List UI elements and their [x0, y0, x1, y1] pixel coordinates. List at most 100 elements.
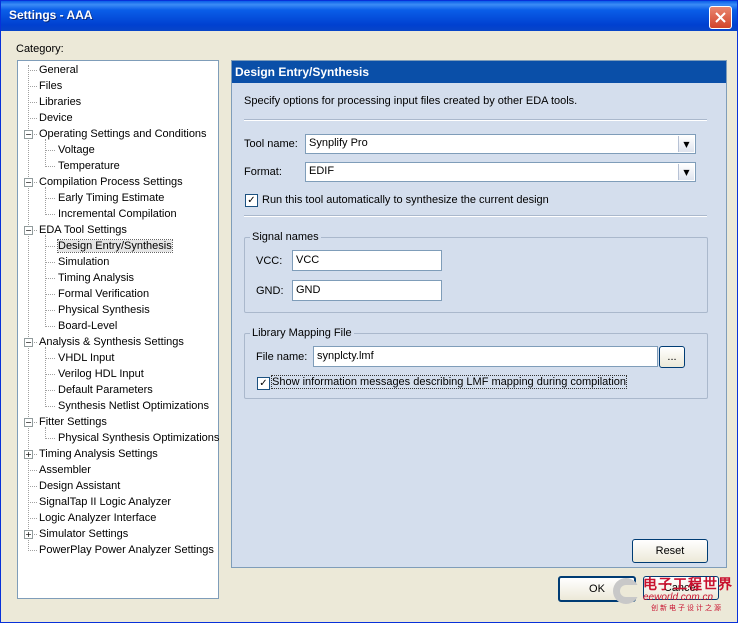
- run-automatically-checkbox[interactable]: ✓: [245, 194, 258, 207]
- tree-item[interactable]: Design Assistant: [39, 479, 120, 493]
- tree-connector: [45, 198, 55, 199]
- tree-item[interactable]: General: [39, 63, 78, 77]
- tree-item-label: Simulation: [58, 256, 110, 268]
- tree-item[interactable]: Fitter Settings: [39, 415, 107, 429]
- tree-item[interactable]: Timing Analysis: [58, 271, 134, 285]
- format-value: EDIF: [309, 165, 335, 177]
- tree-item[interactable]: SignalTap II Logic Analyzer: [39, 495, 171, 509]
- run-automatically-label[interactable]: Run this tool automatically to synthesiz…: [262, 194, 549, 206]
- vcc-label: VCC:: [256, 255, 283, 267]
- tree-item[interactable]: Board-Level: [58, 319, 117, 333]
- close-button[interactable]: [709, 6, 732, 29]
- tree-connector: [45, 390, 55, 391]
- show-info-checkbox[interactable]: ✓: [257, 377, 270, 390]
- tree-item-label: Physical Synthesis: [58, 304, 150, 316]
- signal-names-group: [244, 237, 708, 313]
- eeworld-watermark: 电子工程世界 eeworld.com.cn 创新电子设计之源: [611, 574, 732, 612]
- vcc-value: VCC: [296, 254, 320, 266]
- tree-item[interactable]: Device: [39, 111, 73, 125]
- tree-collapse-icon[interactable]: −: [24, 178, 33, 187]
- tree-item[interactable]: Operating Settings and Conditions: [39, 127, 207, 141]
- settings-panel: Design Entry/Synthesis Specify options f…: [231, 60, 727, 568]
- tree-item-label: Formal Verification: [58, 288, 150, 300]
- tree-item[interactable]: EDA Tool Settings: [39, 223, 127, 237]
- tree-expand-icon[interactable]: +: [24, 450, 33, 459]
- tree-connector: [45, 294, 55, 295]
- tree-item[interactable]: Files: [39, 79, 62, 93]
- format-label: Format:: [244, 166, 282, 178]
- panel-title: Design Entry/Synthesis: [235, 65, 370, 79]
- tree-item[interactable]: Libraries: [39, 95, 81, 109]
- tree-connector: [45, 438, 55, 439]
- tree-item-label: Timing Analysis: [58, 272, 135, 284]
- tree-item[interactable]: Design Entry/Synthesis: [57, 239, 173, 253]
- tree-item[interactable]: Logic Analyzer Interface: [39, 511, 156, 525]
- tree-item[interactable]: Early Timing Estimate: [58, 191, 164, 205]
- tree-item-label: Compilation Process Settings: [39, 176, 183, 188]
- tree-item[interactable]: Voltage: [58, 143, 95, 157]
- tool-name-label: Tool name:: [244, 138, 298, 150]
- tree-item[interactable]: Default Parameters: [58, 383, 153, 397]
- tree-item[interactable]: Timing Analysis Settings: [39, 447, 158, 461]
- tree-collapse-icon[interactable]: −: [24, 418, 33, 427]
- tree-item[interactable]: Formal Verification: [58, 287, 149, 301]
- tree-item-label: PowerPlay Power Analyzer Settings: [39, 544, 214, 556]
- tree-item-label: VHDL Input: [58, 352, 115, 364]
- tree-connector: [45, 326, 55, 327]
- tree-connector: [45, 374, 55, 375]
- tree-item-label: Libraries: [39, 96, 82, 108]
- separator: [244, 119, 707, 121]
- tree-item[interactable]: Temperature: [58, 159, 120, 173]
- reset-button[interactable]: Reset: [632, 539, 708, 563]
- settings-dialog: Settings - AAA Category: General Files Lib…: [0, 0, 738, 623]
- tree-item[interactable]: Analysis & Synthesis Settings: [39, 335, 184, 349]
- vcc-input[interactable]: VCC: [292, 250, 442, 271]
- show-info-label[interactable]: Show information messages describing LMF…: [270, 375, 628, 389]
- tree-collapse-icon[interactable]: −: [24, 226, 33, 235]
- format-select[interactable]: EDIF ▼: [305, 162, 696, 182]
- category-tree[interactable]: General Files Libraries Device − Operating Se…: [17, 60, 219, 599]
- tree-item-label: Logic Analyzer Interface: [39, 512, 157, 524]
- browse-button[interactable]: ...: [659, 346, 685, 368]
- tree-item-label: Early Timing Estimate: [58, 192, 165, 204]
- tree-connector: [45, 166, 55, 167]
- tree-collapse-icon[interactable]: −: [24, 130, 33, 139]
- signal-names-title: Signal names: [250, 231, 321, 243]
- tree-connector: [45, 150, 55, 151]
- tree-collapse-icon[interactable]: −: [24, 338, 33, 347]
- panel-description: Specify options for processing input fil…: [244, 95, 578, 107]
- file-name-input[interactable]: synplcty.lmf: [313, 346, 658, 367]
- tree-item[interactable]: Incremental Compilation: [58, 207, 177, 221]
- tree-connector: [45, 347, 46, 405]
- tree-item-label: Analysis & Synthesis Settings: [39, 336, 184, 348]
- tree-item-label: Fitter Settings: [39, 416, 107, 428]
- tree-item[interactable]: Physical Synthesis: [58, 303, 150, 317]
- tree-item[interactable]: Verilog HDL Input: [58, 367, 144, 381]
- tree-connector: [45, 406, 55, 407]
- chevron-down-icon[interactable]: ▼: [678, 164, 694, 180]
- tree-item[interactable]: Synthesis Netlist Optimizations: [58, 399, 209, 413]
- title-bar[interactable]: Settings - AAA: [1, 1, 737, 31]
- file-name-label: File name:: [256, 351, 308, 363]
- tree-connector: [28, 470, 37, 471]
- tree-item[interactable]: Compilation Process Settings: [39, 175, 183, 189]
- tree-expand-icon[interactable]: +: [24, 530, 33, 539]
- tree-item-label: Device: [39, 112, 73, 124]
- tree-connector: [45, 358, 55, 359]
- tree-item-label: Operating Settings and Conditions: [39, 128, 207, 140]
- tree-connector: [28, 550, 37, 551]
- tree-item-label: EDA Tool Settings: [39, 224, 127, 236]
- tree-item-label: Temperature: [58, 160, 120, 172]
- tree-item[interactable]: VHDL Input: [58, 351, 114, 365]
- watermark-slogan: 创新电子设计之源: [651, 604, 723, 612]
- tree-item-label: Simulator Settings: [39, 528, 129, 540]
- tree-item[interactable]: Physical Synthesis Optimizations: [58, 431, 219, 445]
- tree-item[interactable]: Simulator Settings: [39, 527, 128, 541]
- tree-item-label: Timing Analysis Settings: [39, 448, 158, 460]
- tree-item[interactable]: PowerPlay Power Analyzer Settings: [39, 543, 214, 557]
- gnd-input[interactable]: GND: [292, 280, 442, 301]
- tree-item[interactable]: Assembler: [39, 463, 91, 477]
- tree-item[interactable]: Simulation: [58, 255, 109, 269]
- chevron-down-icon[interactable]: ▼: [678, 136, 694, 152]
- tool-name-select[interactable]: Synplify Pro ▼: [305, 134, 696, 154]
